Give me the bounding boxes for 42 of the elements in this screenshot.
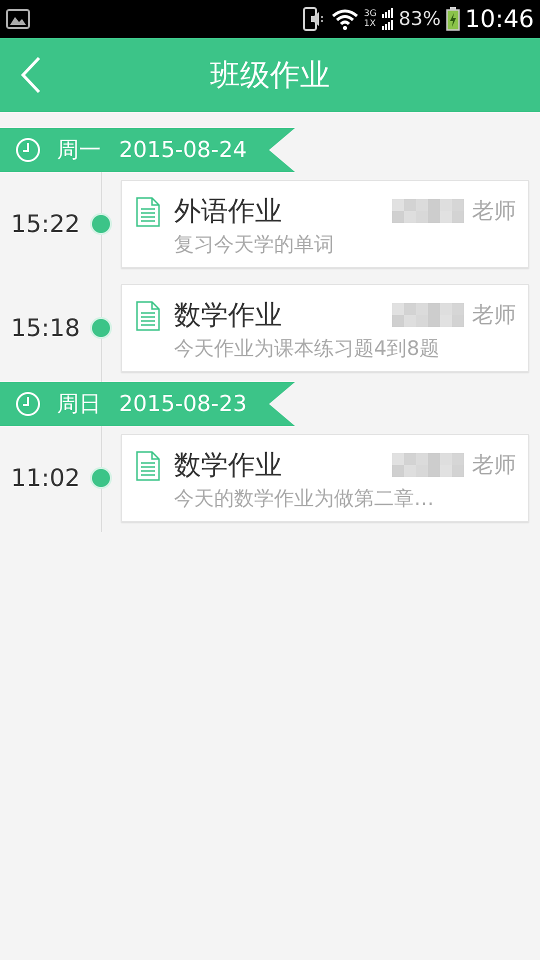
document-icon [136, 451, 160, 481]
date-label: 2015-08-24 [119, 138, 247, 162]
back-icon [20, 56, 42, 94]
image-icon [6, 9, 30, 29]
document-icon [136, 301, 160, 331]
weekday-label: 周一 [57, 137, 101, 165]
network-label: 1X [364, 19, 377, 29]
homework-title: 数学作业 [174, 299, 283, 333]
entry-time: 15:18 [10, 314, 80, 342]
battery-percent: 83% [398, 8, 441, 30]
homework-summary: 复习今天学的单词 [174, 231, 335, 258]
blurred-name [392, 303, 464, 327]
blurred-name [392, 453, 464, 477]
homework-title: 数学作业 [174, 449, 283, 483]
document-icon [136, 197, 160, 227]
homework-card[interactable]: 数学作业 老师 今天的数学作业为做第二章… [121, 434, 529, 522]
signal-icon [382, 8, 394, 30]
wifi-icon [330, 8, 359, 30]
timeline-dot [92, 469, 110, 487]
page-title: 班级作业 [210, 56, 330, 94]
date-label: 2015-08-23 [119, 392, 247, 416]
battery-icon [446, 7, 460, 31]
clock-time: 10:46 [464, 5, 534, 33]
clock-icon [15, 391, 41, 417]
back-button[interactable] [20, 56, 42, 94]
phone-volume-icon [302, 7, 326, 31]
weekday-label: 周日 [57, 391, 101, 419]
homework-title: 外语作业 [174, 195, 283, 229]
timeline-dot [92, 319, 110, 337]
homework-card[interactable]: 外语作业 老师 复习今天学的单词 [121, 180, 529, 268]
teacher-label: 老师 [472, 452, 516, 480]
entry-time: 15:22 [10, 210, 80, 238]
homework-card[interactable]: 数学作业 老师 今天作业为课本练习题4到8题 [121, 284, 529, 372]
entry-time: 11:02 [10, 464, 80, 492]
network-label: 3G [364, 9, 377, 19]
teacher-label: 老师 [472, 302, 516, 330]
homework-summary: 今天的数学作业为做第二章… [174, 485, 435, 512]
clock-icon [15, 137, 41, 163]
blurred-name [392, 199, 464, 223]
timeline-dot [92, 215, 110, 233]
homework-summary: 今天作业为课本练习题4到8题 [174, 335, 440, 362]
teacher-label: 老师 [472, 198, 516, 226]
